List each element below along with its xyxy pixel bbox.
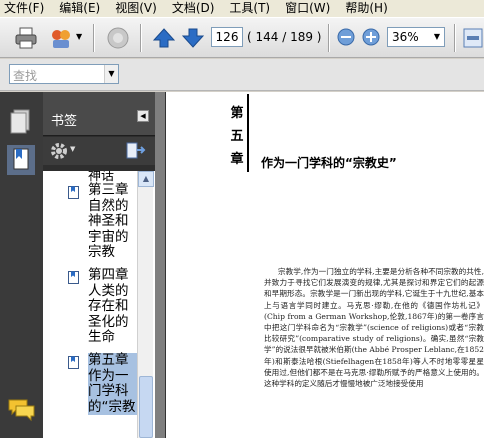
collapse-panel-icon[interactable]: ◀ (137, 110, 149, 122)
find-dropdown-icon[interactable]: ▼ (104, 65, 118, 83)
fit-page-icon[interactable] (462, 26, 484, 50)
next-page-icon[interactable] (182, 27, 204, 49)
menu-document[interactable]: 文档(D) (172, 0, 215, 17)
page-number-field[interactable]: 126 (211, 27, 243, 47)
menu-bar: 文件(F) 编辑(E) 视图(V) 文档(D) 工具(T) 窗口(W) 帮助(H… (0, 0, 484, 17)
bookmarks-scrollbar[interactable]: ▲ (137, 171, 154, 438)
find-input[interactable]: 查找 ▼ (9, 64, 119, 84)
chapter-char: 五 (230, 129, 244, 144)
collaborate-dropdown-icon[interactable]: ▼ (76, 32, 82, 41)
menu-window[interactable]: 窗口(W) (285, 0, 330, 17)
bookmark-label: 第五章 作为一门学科的“宗教 (88, 352, 138, 415)
menu-help[interactable]: 帮助(H) (345, 0, 387, 17)
print-icon[interactable] (14, 26, 38, 50)
bookmark-page-icon (68, 186, 79, 199)
find-toolbar: 查找 ▼ (0, 59, 484, 91)
body-paragraph: 宗教学,作为一门独立的学科,主要是分析各种不同宗教的共性,并致力于寻找它们发展演… (264, 267, 484, 389)
toolbar: ▼ 126 ( 144 / 189 ) 36% ▼ (0, 17, 484, 58)
collaborate-icon[interactable] (49, 26, 73, 50)
sign-icon[interactable] (105, 26, 131, 50)
options-gear-icon[interactable] (49, 141, 71, 161)
chapter-char: 第 (230, 106, 244, 121)
comments-icon[interactable] (4, 392, 38, 428)
navigation-pane-strip (0, 92, 43, 438)
previous-page-icon[interactable] (153, 27, 175, 49)
bookmarks-title: 书签 (51, 114, 78, 129)
zoom-value: 36% (392, 30, 419, 44)
menu-tools[interactable]: 工具(T) (229, 0, 270, 17)
chapter-heading-vertical: 第 五 章 (230, 102, 244, 171)
zoom-field[interactable]: 36% ▼ (387, 27, 445, 47)
document-page: 第 五 章 作为一门学科的“宗教史” 宗教学,作为一门独立的学科,主要是分析各种… (165, 92, 484, 438)
find-placeholder: 查找 (13, 69, 38, 83)
zoom-out-icon[interactable] (337, 28, 355, 46)
page-count-label: ( 144 / 189 ) (247, 30, 322, 44)
menu-file[interactable]: 文件(F) (4, 0, 44, 17)
menu-view[interactable]: 视图(V) (115, 0, 157, 17)
chapter-char: 章 (230, 152, 244, 167)
options-dropdown-icon[interactable]: ▼ (70, 145, 75, 153)
bookmarks-icon[interactable] (4, 142, 38, 178)
document-view: 第 五 章 作为一门学科的“宗教史” 宗教学,作为一门独立的学科,主要是分析各种… (155, 92, 484, 438)
menu-edit[interactable]: 编辑(E) (59, 0, 100, 17)
pages-icon[interactable] (4, 104, 38, 140)
bookmark-page-icon (68, 271, 79, 284)
zoom-in-icon[interactable] (362, 28, 380, 46)
bookmarks-tools: ▼ (43, 137, 155, 165)
bookmark-label: 第四章 人类的存在和圣化的生命 (88, 267, 129, 345)
chapter-rule (247, 94, 249, 172)
bookmarks-panel: 书签 ◀ ▼ 神话 第三章 自然的神圣和宇宙的宗教 第四章 人类的存在和圣化的生… (43, 92, 155, 438)
scroll-thumb[interactable] (139, 376, 153, 438)
scroll-up-icon[interactable]: ▲ (138, 171, 154, 187)
expand-bookmark-icon[interactable] (125, 141, 147, 161)
zoom-dropdown-icon[interactable]: ▼ (430, 28, 444, 46)
bookmark-page-icon (68, 356, 79, 369)
bookmark-label: 第三章 自然的神圣和宇宙的宗教 (88, 182, 129, 260)
chapter-title: 作为一门学科的“宗教史” (261, 156, 397, 170)
bookmarks-header: 书签 ◀ (43, 92, 155, 136)
